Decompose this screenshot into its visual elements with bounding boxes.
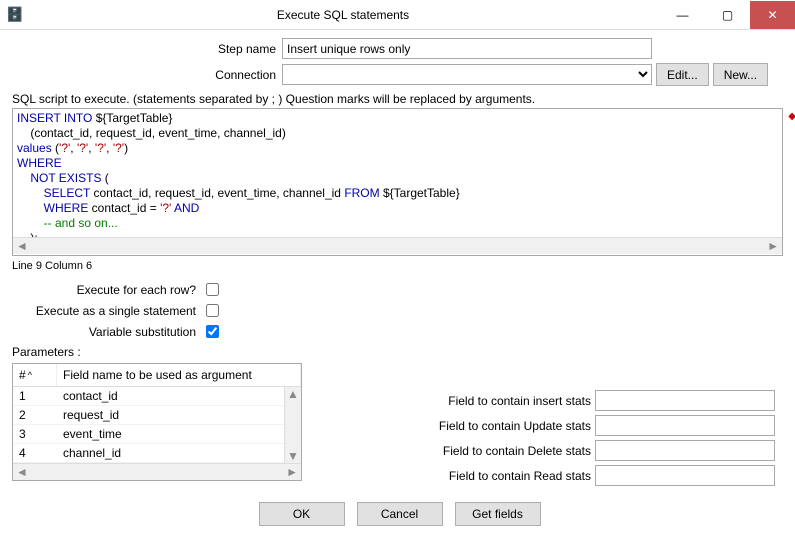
sql-horizontal-scrollbar[interactable]: ◄► xyxy=(13,237,782,254)
parameters-table[interactable]: #^ Field name to be used as argument 1co… xyxy=(12,363,302,481)
connection-label: Connection xyxy=(12,68,282,82)
variable-indicator-icon[interactable]: ◆ xyxy=(788,111,795,122)
cancel-button[interactable]: Cancel xyxy=(357,502,443,526)
window-title: Execute SQL statements xyxy=(26,8,660,22)
sql-code-area[interactable]: INSERT INTO ${TargetTable} (contact_id, … xyxy=(13,109,782,237)
ok-button[interactable]: OK xyxy=(259,502,345,526)
new-connection-button[interactable]: New... xyxy=(713,63,768,86)
step-name-input[interactable] xyxy=(282,38,652,59)
variable-substitution-label: Variable substitution xyxy=(12,325,202,339)
update-stats-input[interactable] xyxy=(595,415,775,436)
title-bar: 🗄️ Execute SQL statements — ▢ ✕ xyxy=(0,0,795,30)
read-stats-input[interactable] xyxy=(595,465,775,486)
sql-editor[interactable]: ◆ INSERT INTO ${TargetTable} (contact_id… xyxy=(12,108,783,256)
update-stats-label: Field to contain Update stats xyxy=(420,419,595,433)
step-name-label: Step name xyxy=(12,42,282,56)
read-stats-label: Field to contain Read stats xyxy=(420,469,595,483)
sort-asc-icon[interactable]: ^ xyxy=(28,370,32,380)
table-row[interactable]: 1contact_id xyxy=(13,387,301,406)
single-statement-label: Execute as a single statement xyxy=(12,304,202,318)
params-horizontal-scrollbar[interactable]: ◄► xyxy=(13,463,301,480)
delete-stats-input[interactable] xyxy=(595,440,775,461)
maximize-button[interactable]: ▢ xyxy=(705,1,750,29)
params-vertical-scrollbar[interactable]: ▲▼ xyxy=(284,387,301,463)
cursor-position-status: Line 9 Column 6 xyxy=(12,260,783,272)
variable-substitution-checkbox[interactable] xyxy=(206,325,219,338)
table-row[interactable]: 3event_time xyxy=(13,425,301,444)
insert-stats-label: Field to contain insert stats xyxy=(420,394,595,408)
minimize-button[interactable]: — xyxy=(660,1,705,29)
delete-stats-label: Field to contain Delete stats xyxy=(420,444,595,458)
connection-select[interactable] xyxy=(282,64,652,85)
app-icon: 🗄️ xyxy=(6,6,26,23)
parameters-label: Parameters : xyxy=(12,345,783,359)
single-statement-checkbox[interactable] xyxy=(206,304,219,317)
col-field-header[interactable]: Field name to be used as argument xyxy=(57,364,301,386)
execute-each-row-label: Execute for each row? xyxy=(12,283,202,297)
close-button[interactable]: ✕ xyxy=(750,1,795,29)
insert-stats-input[interactable] xyxy=(595,390,775,411)
col-number-header[interactable]: # xyxy=(19,368,26,382)
execute-each-row-checkbox[interactable] xyxy=(206,283,219,296)
table-row[interactable]: 4channel_id xyxy=(13,444,301,463)
sql-script-label: SQL script to execute. (statements separ… xyxy=(12,92,783,106)
edit-connection-button[interactable]: Edit... xyxy=(656,63,709,86)
get-fields-button[interactable]: Get fields xyxy=(455,502,541,526)
table-row[interactable]: 2request_id xyxy=(13,406,301,425)
parameters-header[interactable]: #^ Field name to be used as argument xyxy=(13,364,301,387)
